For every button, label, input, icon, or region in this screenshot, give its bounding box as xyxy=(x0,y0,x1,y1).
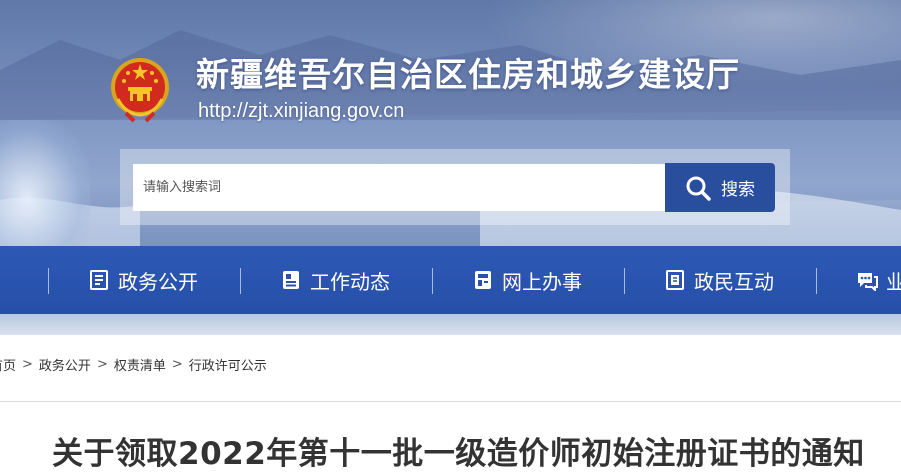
nav-item-business[interactable]: 业 xyxy=(856,246,901,314)
breadcrumb-separator: > xyxy=(22,356,33,372)
nav-item-label: 网上办事 xyxy=(502,269,582,294)
nav-item-public-interaction[interactable]: 政民互动 xyxy=(664,246,774,314)
search-input[interactable] xyxy=(133,164,667,211)
site-title[interactable]: 新疆维吾尔自治区住房和城乡建设厅 xyxy=(196,48,740,96)
interaction-icon xyxy=(666,270,684,290)
site-url[interactable]: http://zjt.xinjiang.gov.cn xyxy=(198,100,404,123)
ice-formation xyxy=(0,120,90,250)
nav-separator xyxy=(432,268,433,294)
breadcrumb-divider xyxy=(0,401,901,402)
breadcrumb-power-list[interactable]: 权责清单 xyxy=(114,355,166,374)
nav-item-work-news[interactable]: 工作动态 xyxy=(280,246,390,314)
breadcrumb-admin-license[interactable]: 行政许可公示 xyxy=(189,355,267,374)
nav-item-label: 工作动态 xyxy=(310,269,390,294)
nav-separator xyxy=(48,268,49,294)
nav-separator xyxy=(624,268,625,294)
main-nav: 政务公开 工作动态 网上办事 政民互动 业 xyxy=(0,246,901,314)
nav-separator xyxy=(816,268,817,294)
breadcrumb-home[interactable]: 首页 xyxy=(0,355,16,374)
document-list-icon xyxy=(90,270,108,290)
nav-item-gov-affairs[interactable]: 政务公开 xyxy=(88,246,198,314)
nav-item-label: 政务公开 xyxy=(118,269,198,294)
service-icon xyxy=(475,271,491,289)
nav-separator xyxy=(240,268,241,294)
chat-icon xyxy=(858,273,878,291)
nav-item-label: 政民互动 xyxy=(694,269,774,294)
search-icon xyxy=(686,176,711,201)
breadcrumb-gov-affairs[interactable]: 政务公开 xyxy=(39,355,91,374)
nav-item-online-service[interactable]: 网上办事 xyxy=(472,246,582,314)
news-icon xyxy=(283,271,299,289)
breadcrumb: 首页 > 政务公开 > 权责清单 > 行政许可公示 xyxy=(0,348,267,380)
search-button-label: 搜索 xyxy=(721,180,755,199)
banner-bottom-strip xyxy=(0,314,901,335)
breadcrumb-separator: > xyxy=(96,356,108,372)
search-button[interactable]: 搜索 xyxy=(665,163,775,212)
national-emblem-icon xyxy=(111,58,169,123)
breadcrumb-separator: > xyxy=(171,356,183,372)
nav-item-label: 业 xyxy=(886,269,901,294)
article-title: 关于领取2022年第十一批一级造价师初始注册证书的通知 xyxy=(52,436,865,472)
